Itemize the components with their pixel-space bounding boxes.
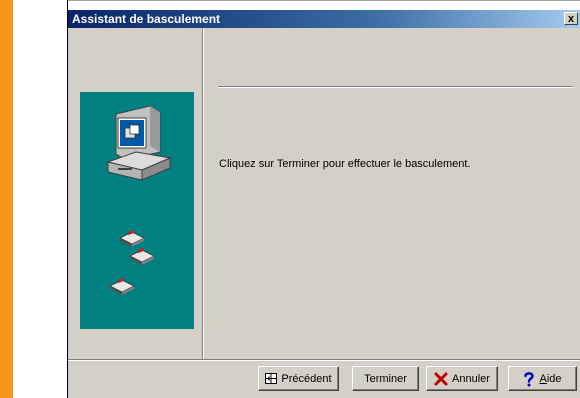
help-button[interactable]: Aide	[508, 366, 577, 391]
previous-button[interactable]: Précédent	[258, 366, 339, 391]
close-icon: x	[567, 13, 575, 25]
accent-bar	[0, 0, 13, 398]
previous-icon	[265, 373, 278, 384]
title-bar[interactable]: Assistant de basculement x	[68, 10, 580, 28]
content-separator	[218, 86, 573, 88]
illustration-art	[106, 105, 172, 295]
wizard-illustration	[80, 92, 194, 329]
instruction-text: Cliquez sur Terminer pour effectuer le b…	[219, 158, 471, 170]
dialog-title: Assistant de basculement	[72, 12, 221, 26]
question-icon	[524, 371, 535, 386]
floppy-disk-icon	[119, 229, 145, 247]
button-bar-separator	[68, 359, 580, 361]
red-x-icon	[434, 372, 448, 385]
finish-button[interactable]: Terminer	[352, 366, 419, 391]
wizard-content: Cliquez sur Terminer pour effectuer le b…	[204, 28, 580, 359]
floppy-disk-icon	[109, 277, 135, 295]
close-button[interactable]: x	[564, 12, 578, 25]
floppy-disk-icon	[129, 247, 155, 265]
page-margin	[13, 0, 68, 398]
help-label: Aide	[539, 372, 562, 385]
computer-icon	[106, 105, 172, 181]
wizard-dialog: Assistant de basculement x Cliquez sur T…	[68, 10, 580, 398]
wizard-side-panel	[68, 28, 203, 359]
page-top-rule	[0, 0, 580, 1]
previous-label: Précédent	[281, 372, 332, 385]
cancel-label: Annuler	[452, 372, 490, 385]
cancel-button[interactable]: Annuler	[426, 366, 498, 391]
finish-label: Terminer	[364, 372, 407, 385]
